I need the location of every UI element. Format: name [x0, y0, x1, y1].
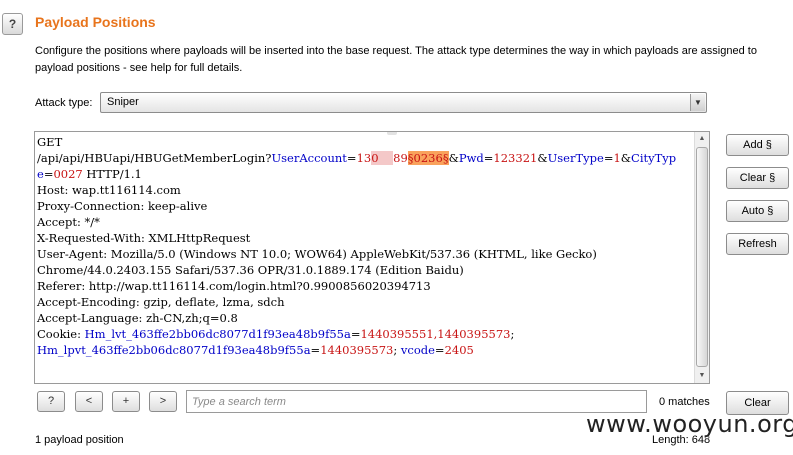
equals: =	[434, 343, 445, 357]
param-value: 1	[613, 151, 621, 165]
request-line-method: GET	[37, 135, 63, 149]
cookie-value: 1440395573	[320, 343, 394, 357]
chevron-down-icon[interactable]: ▼	[690, 94, 705, 111]
attack-type-label: Attack type:	[35, 97, 93, 109]
header-line: Chrome/44.0.2403.155 Safari/537.36 OPR/3…	[37, 263, 464, 277]
header-line: Referer: http://wap.tt116114.com/login.h…	[37, 279, 431, 293]
match-count: 0 matches	[659, 396, 710, 408]
param-key: Pwd	[458, 151, 484, 165]
equals: =	[310, 343, 321, 357]
param-key: UserType	[547, 151, 604, 165]
equals: =	[346, 151, 357, 165]
ampersand: &	[620, 151, 632, 165]
ampersand: &	[448, 151, 459, 165]
param-key: UserAccount	[271, 151, 347, 165]
equals: =	[603, 151, 614, 165]
auto-markers-button[interactable]: Auto §	[726, 200, 789, 222]
param-value: 13	[356, 151, 372, 165]
cookie-value: 2405	[444, 343, 474, 357]
clear-markers-button[interactable]: Clear §	[726, 167, 789, 189]
page-title: Payload Positions	[35, 14, 156, 30]
scroll-down-icon[interactable]: ▼	[695, 369, 709, 383]
ampersand: &	[537, 151, 548, 165]
vertical-scrollbar[interactable]: ▲ ▼	[694, 132, 709, 383]
cookie-label: Cookie:	[37, 327, 85, 341]
payload-position-count: 1 payload position	[35, 434, 124, 446]
param-value: 123321	[493, 151, 538, 165]
cookie-key: vcode	[397, 343, 435, 357]
add-marker-button[interactable]: Add §	[726, 134, 789, 156]
cookie-key: Hm_lvt_463ffe2bb06dc8077d1f93ea48b9f55a	[84, 327, 351, 341]
param-key: CityTyp	[631, 151, 677, 165]
request-editor[interactable]: GET /api/api/HBUapi/HBUGetMemberLogin?Us…	[34, 131, 710, 384]
header-line: User-Agent: Mozilla/5.0 (Windows NT 10.0…	[37, 247, 597, 261]
payload-marker[interactable]: §0236§	[407, 151, 449, 165]
search-options-button[interactable]: +	[112, 391, 140, 412]
scrollbar-thumb[interactable]	[696, 147, 708, 367]
scroll-up-icon[interactable]: ▲	[695, 132, 709, 146]
header-line: Accept-Language: zh-CN,zh;q=0.8	[37, 311, 238, 325]
request-text[interactable]: GET /api/api/HBUapi/HBUGetMemberLogin?Us…	[37, 134, 695, 358]
header-line: X-Requested-With: XMLHttpRequest	[37, 231, 251, 245]
param-value: 0027	[53, 167, 83, 181]
marker-value: 0236	[413, 151, 443, 165]
equals: =	[483, 151, 494, 165]
header-line: Accept-Encoding: gzip, deflate, lzma, sd…	[37, 295, 285, 309]
cookie-value: 1440395551,1440395573	[360, 327, 511, 341]
semicolon: ;	[510, 327, 515, 341]
page-description: Configure the positions where payloads w…	[35, 45, 757, 74]
request-path: /api/api/HBUapi/HBUGetMemberLogin?	[37, 151, 272, 165]
attack-type-value: Sniper	[107, 96, 139, 108]
param-value: 89	[393, 151, 408, 165]
help-button[interactable]: ?	[2, 13, 23, 35]
search-next-button[interactable]: >	[149, 391, 177, 412]
cookie-key: Hm_lpvt_463ffe2bb06dc8077d1f93ea48b9f55a	[37, 343, 311, 357]
header-line: Accept: */*	[37, 215, 100, 229]
refresh-button[interactable]: Refresh	[726, 233, 789, 255]
header-line: Host: wap.tt116114.com	[37, 183, 181, 197]
redacted-value: 0	[371, 151, 394, 165]
equals: =	[43, 167, 54, 181]
search-input[interactable]	[186, 390, 647, 413]
header-line: Proxy-Connection: keep-alive	[37, 199, 208, 213]
http-version: HTTP/1.1	[82, 167, 142, 181]
watermark: www.wooyun.org	[586, 410, 793, 438]
param-key: e	[37, 167, 44, 181]
search-help-button[interactable]: ?	[37, 391, 65, 412]
attack-type-select[interactable]: Sniper ▼	[100, 92, 707, 113]
search-prev-button[interactable]: <	[75, 391, 103, 412]
